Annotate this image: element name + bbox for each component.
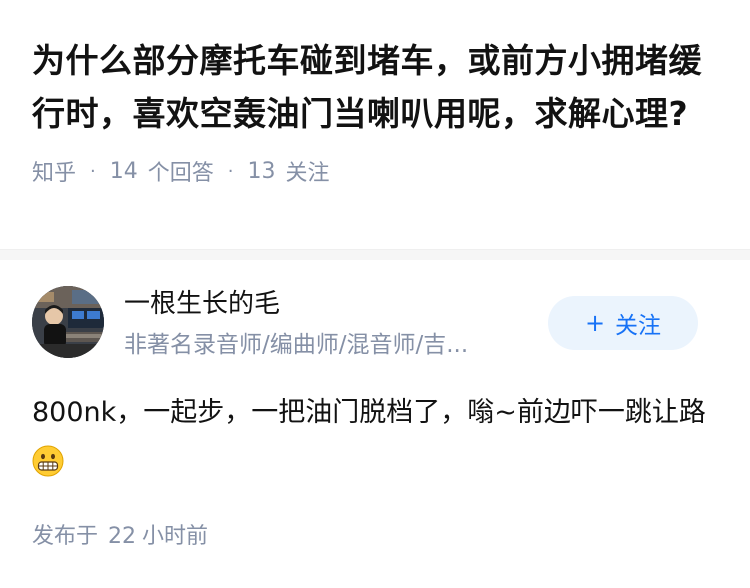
answer-count-label[interactable]: 个回答: [148, 155, 214, 187]
answer-content[interactable]: 800nk，一起步，一把油门脱档了，嗡~前边吓一跳让路: [32, 388, 722, 488]
publish-time-unit: 小时前: [142, 524, 209, 549]
meta-separator: ·: [90, 160, 96, 182]
follow-button[interactable]: + 关注: [548, 296, 698, 350]
avatar[interactable]: [32, 286, 104, 358]
publish-time-value: 22: [108, 524, 137, 549]
publish-time: 发布于 22 小时前: [32, 522, 208, 552]
follower-count: 13: [247, 158, 276, 184]
meta-separator: ·: [227, 160, 234, 182]
source-label[interactable]: 知乎: [32, 155, 76, 187]
question-meta: 知乎 · 14 个回答 · 13 关注: [32, 155, 722, 187]
plus-icon: +: [584, 309, 606, 337]
author-row: 一根生长的毛 非著名录音师/编曲师/混音师/吉... + 关注: [32, 286, 722, 358]
question-title[interactable]: 为什么部分摩托车碰到堵车，或前方小拥堵缓行时，喜欢空轰油门当喇叭用呢，求解心理?: [32, 34, 722, 140]
author-name[interactable]: 一根生长的毛: [124, 286, 280, 322]
question-header: 为什么部分摩托车碰到堵车，或前方小拥堵缓行时，喜欢空轰油门当喇叭用呢，求解心理?…: [32, 34, 722, 186]
answer-count: 14: [109, 158, 138, 184]
follower-count-label[interactable]: 关注: [286, 155, 330, 187]
author-bio: 非著名录音师/编曲师/混音师/吉...: [124, 332, 469, 358]
section-divider: [0, 249, 750, 260]
answer-text: 800nk，一起步，一把油门脱档了，嗡~前边吓一跳让路: [32, 397, 706, 428]
avatar-photo-icon: [32, 286, 104, 358]
published-label: 发布于: [32, 524, 99, 549]
follow-button-label: 关注: [615, 313, 662, 339]
grimacing-face-emoji-icon: [32, 445, 64, 476]
